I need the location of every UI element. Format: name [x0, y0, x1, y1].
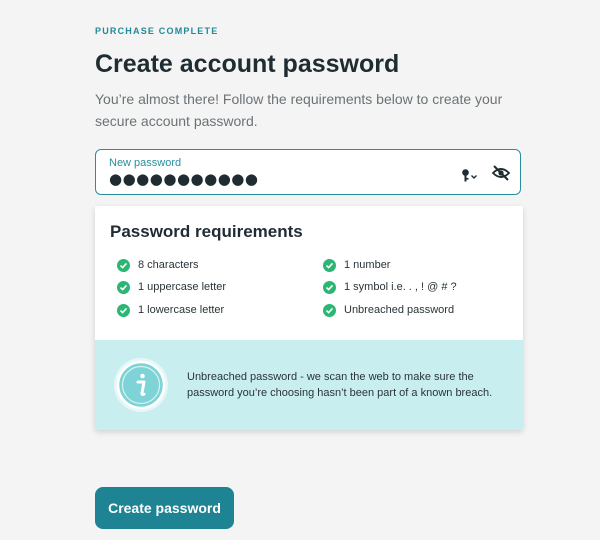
info-icon [113, 357, 169, 413]
requirement-item: 8 characters [117, 257, 199, 273]
page-title: Create account password [95, 50, 400, 78]
page-subtitle: You’re almost there! Follow the requirem… [95, 91, 503, 129]
new-password-value[interactable]: ●●●●●●●●●●● [109, 170, 258, 188]
requirement-label: 1 uppercase letter [138, 281, 227, 293]
requirement-label: 1 number [344, 259, 391, 271]
requirement-label: 8 characters [138, 259, 199, 271]
requirement-item: 1 uppercase letter [117, 279, 226, 295]
key-dropdown-icon[interactable] [461, 168, 481, 184]
check-circle-icon [117, 280, 130, 294]
new-password-label: New password [109, 157, 182, 169]
check-circle-icon [323, 258, 336, 272]
requirement-label: 1 lowercase letter [138, 304, 225, 316]
breach-info-text: Unbreached password - we scan the web to… [187, 371, 493, 399]
check-circle-icon [323, 280, 336, 294]
breach-info-band: Unbreached password - we scan the web to… [95, 340, 523, 430]
check-circle-icon [117, 303, 130, 317]
requirements-title: Password requirements [110, 222, 303, 241]
eye-slash-icon[interactable] [491, 164, 511, 182]
requirement-item: Unbreached password [323, 302, 454, 318]
eyebrow-label: PURCHASE COMPLETE [95, 26, 219, 36]
password-requirements-card: Password requirements 8 characters 1 num… [95, 206, 523, 430]
requirement-item: 1 lowercase letter [117, 302, 224, 318]
check-circle-icon [323, 303, 336, 317]
requirement-label: Unbreached password [344, 304, 455, 316]
check-circle-icon [117, 258, 130, 272]
requirement-item: 1 symbol i.e. . , ! @ # ? [323, 279, 457, 295]
requirement-label: 1 symbol i.e. . , ! @ # ? [344, 281, 457, 293]
requirement-item: 1 number [323, 257, 390, 273]
new-password-field[interactable]: New password ●●●●●●●●●●● [95, 149, 521, 195]
create-password-button[interactable]: Create password [95, 487, 234, 529]
